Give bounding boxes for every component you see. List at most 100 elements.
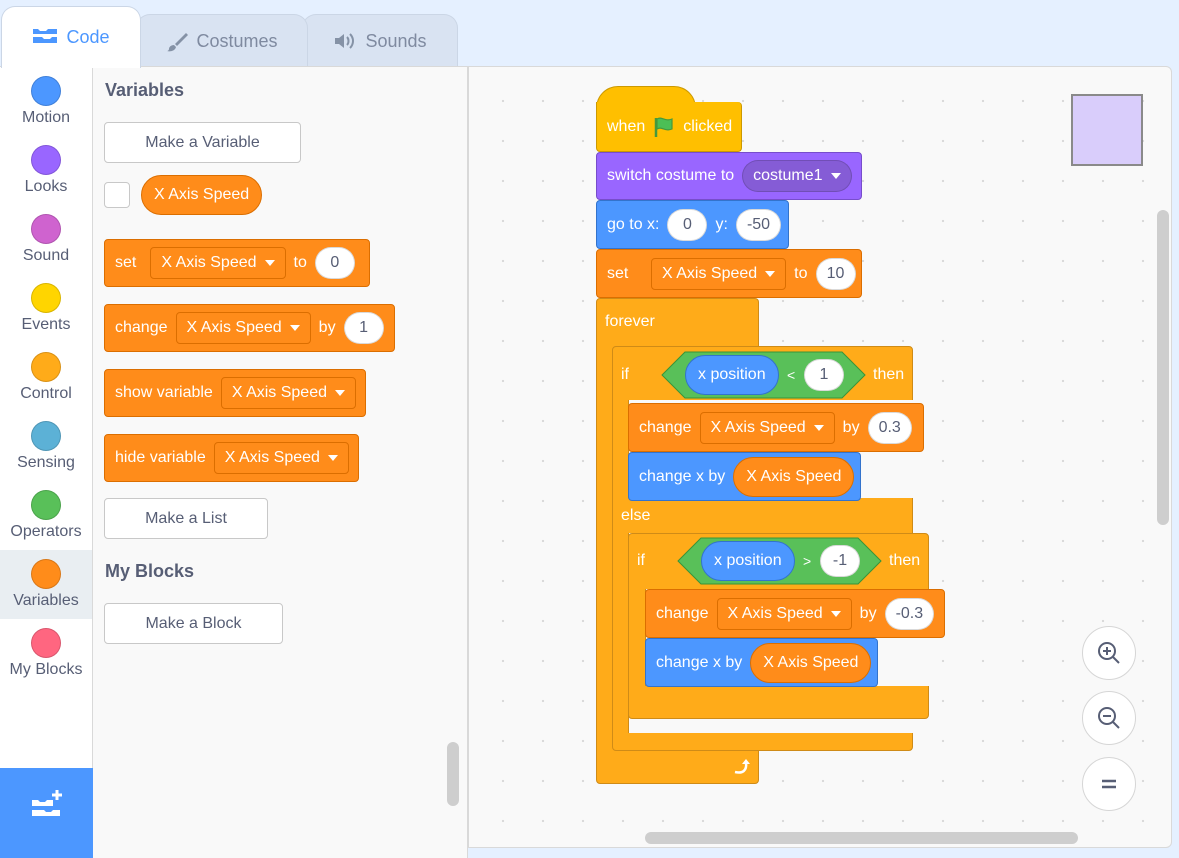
block-text: when: [607, 117, 646, 135]
category-operators[interactable]: Operators: [0, 481, 92, 550]
number-input[interactable]: -0.3: [884, 597, 935, 630]
events-dot-icon: [31, 283, 61, 313]
category-sound[interactable]: Sound: [0, 205, 92, 274]
caret-down-icon: [830, 173, 841, 179]
speaker-icon: [335, 33, 355, 49]
number-input[interactable]: 10: [815, 257, 856, 290]
palette-change-block[interactable]: change X Axis Speed by 1: [104, 304, 395, 352]
number-input[interactable]: 0.3: [867, 411, 912, 444]
category-sensing[interactable]: Sensing: [0, 412, 92, 481]
variable-dropdown[interactable]: X Axis Speed: [150, 247, 286, 279]
go-to-xy-block[interactable]: go to x: 0 y: -50: [596, 200, 789, 249]
palette-show-variable-block[interactable]: show variable X Axis Speed: [104, 369, 366, 417]
make-block-button[interactable]: Make a Block: [104, 603, 283, 644]
block-text: set: [115, 254, 137, 271]
variable-dropdown[interactable]: X Axis Speed: [175, 312, 311, 344]
reset-zoom-button[interactable]: [1082, 757, 1136, 811]
set-variable-block[interactable]: set X Axis Speed to 10: [596, 249, 862, 298]
then-label: then: [873, 366, 905, 383]
operators-dot-icon: [31, 490, 61, 520]
y-input[interactable]: -50: [735, 208, 782, 241]
block-text: set: [607, 264, 629, 282]
block-text: switch costume to: [607, 167, 735, 184]
category-label: Sensing: [17, 454, 75, 471]
category-variables[interactable]: Variables: [0, 550, 92, 619]
zoom-out-button[interactable]: [1082, 691, 1136, 745]
loop-arrow-icon: [734, 759, 750, 774]
category-looks[interactable]: Looks: [0, 136, 92, 205]
control-dot-icon: [31, 352, 61, 382]
variable-dropdown[interactable]: X Axis Speed: [651, 257, 787, 290]
caret-down-icon: [335, 390, 345, 396]
category-menu: Motion Looks Sound Events Control Sensin…: [0, 66, 93, 768]
variable-dropdown[interactable]: X Axis Speed: [220, 377, 356, 409]
caret-down-icon: [264, 260, 275, 266]
category-label: Control: [20, 385, 72, 402]
costume-dropdown[interactable]: costume1: [742, 160, 852, 192]
number-input[interactable]: -1: [820, 545, 860, 577]
dropdown-value: X Axis Speed: [186, 319, 282, 336]
caret-down-icon: [327, 455, 338, 461]
reset-zoom-icon: [1102, 779, 1116, 789]
palette-variable-reporter[interactable]: X Axis Speed: [141, 175, 263, 215]
switch-costume-block[interactable]: switch costume to costume1: [596, 152, 862, 200]
when-flag-clicked-block[interactable]: when clicked: [596, 102, 742, 152]
change-x-block[interactable]: change x by X Axis Speed: [628, 452, 861, 501]
category-events[interactable]: Events: [0, 274, 92, 343]
variables-heading: Variables: [105, 80, 185, 100]
myblocks-dot-icon: [31, 628, 61, 658]
dropdown-value: X Axis Speed: [727, 604, 823, 622]
workspace-horizontal-scrollbar[interactable]: [645, 832, 1078, 844]
workspace-vertical-scrollbar[interactable]: [1157, 210, 1169, 525]
category-label: Looks: [24, 178, 68, 195]
block-text: go to x:: [607, 215, 660, 233]
block-text: change x by: [639, 467, 726, 485]
tab-code-label: Code: [66, 27, 110, 47]
palette-set-block[interactable]: set X Axis Speed to 0: [104, 239, 370, 287]
operator-symbol: >: [803, 553, 812, 569]
category-label: Operators: [10, 523, 82, 540]
tab-code[interactable]: Code: [1, 6, 141, 68]
change-variable-block[interactable]: change X Axis Speed by -0.3: [645, 589, 945, 638]
brush-icon: [167, 33, 189, 52]
green-flag-icon: [655, 117, 673, 137]
change-variable-block[interactable]: change X Axis Speed by 0.3: [628, 403, 924, 452]
category-label: My Blocks: [9, 661, 83, 678]
category-label: Motion: [21, 109, 71, 126]
category-control[interactable]: Control: [0, 343, 92, 412]
x-input[interactable]: 0: [667, 208, 708, 241]
zoom-in-button[interactable]: [1082, 626, 1136, 680]
number-input[interactable]: 1: [343, 312, 384, 344]
category-my-blocks[interactable]: My Blocks: [0, 619, 92, 688]
x-position-reporter[interactable]: x position: [685, 355, 779, 395]
dropdown-value: X Axis Speed: [161, 254, 257, 271]
category-label: Sound: [22, 247, 70, 264]
variable-dropdown[interactable]: X Axis Speed: [213, 442, 349, 474]
number-input[interactable]: 0: [314, 247, 355, 279]
palette-scrollbar[interactable]: [447, 742, 459, 806]
category-motion[interactable]: Motion: [0, 67, 92, 136]
variable-dropdown[interactable]: X Axis Speed: [699, 411, 835, 444]
tab-costumes[interactable]: Costumes: [136, 14, 308, 68]
looks-dot-icon: [31, 145, 61, 175]
variable-monitor-checkbox[interactable]: [104, 182, 130, 208]
palette-hide-variable-block[interactable]: hide variable X Axis Speed: [104, 434, 359, 482]
make-list-button[interactable]: Make a List: [104, 498, 268, 539]
variable-reporter[interactable]: X Axis Speed: [750, 642, 872, 683]
tab-sounds[interactable]: Sounds: [302, 14, 458, 68]
x-position-reporter[interactable]: x position: [701, 541, 795, 581]
tab-costumes-label: Costumes: [196, 31, 278, 51]
variable-dropdown[interactable]: X Axis Speed: [716, 597, 852, 630]
tab-sounds-label: Sounds: [365, 31, 427, 51]
operator-symbol: <: [787, 367, 796, 383]
add-extension-button[interactable]: [0, 768, 93, 858]
variable-reporter[interactable]: X Axis Speed: [733, 456, 855, 497]
number-input[interactable]: 1: [804, 359, 844, 391]
if-label: if: [637, 552, 645, 569]
dropdown-value: X Axis Speed: [662, 264, 758, 282]
else-label: else: [621, 507, 651, 524]
sensing-dot-icon: [31, 421, 61, 451]
block-text: to: [794, 264, 808, 282]
make-variable-button[interactable]: Make a Variable: [104, 122, 301, 163]
change-x-block[interactable]: change x by X Axis Speed: [645, 638, 878, 687]
